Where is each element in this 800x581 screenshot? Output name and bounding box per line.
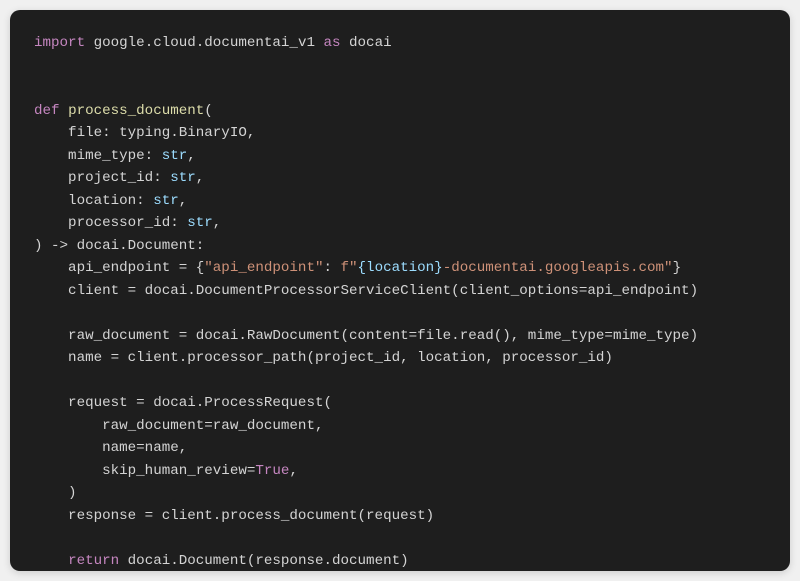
code-snippet-block: import google.cloud.documentai_v1 as doc… [10,10,790,571]
code-token: True [255,463,289,479]
code-token: , [187,148,196,164]
code-token: raw_document = docai.RawDocument(content… [34,328,698,344]
code-content: import google.cloud.documentai_v1 as doc… [34,32,766,571]
code-token [60,103,69,119]
code-token: project_id: [34,170,170,186]
code-token: import [34,35,85,51]
code-token: } [673,260,682,276]
code-token: str [162,148,188,164]
code-token: processor_id: [34,215,187,231]
code-token: : [323,260,340,276]
code-token: "api_endpoint" [204,260,323,276]
code-token: ) [34,485,77,501]
code-token: -documentai.googleapis.com" [443,260,673,276]
code-token: as [323,35,340,51]
code-token: , [289,463,298,479]
code-token: ( [204,103,213,119]
code-token: client = docai.DocumentProcessorServiceC… [34,283,698,299]
code-token: raw_document=raw_document, [34,418,323,434]
code-token: , [196,170,205,186]
code-token: docai [341,35,392,51]
code-token: request = docai.ProcessRequest( [34,395,332,411]
code-token: , [179,193,188,209]
code-token: file: typing.BinaryIO, [34,125,255,141]
code-token: mime_type: [34,148,162,164]
code-token: , [213,215,222,231]
code-token: f" [341,260,358,276]
code-token: def [34,103,60,119]
code-token: {location} [358,260,443,276]
code-token: skip_human_review= [34,463,255,479]
code-token: str [170,170,196,186]
code-token: api_endpoint = { [34,260,204,276]
code-token: ) -> docai.Document: [34,238,204,254]
code-text: import google.cloud.documentai_v1 as doc… [34,35,698,569]
code-token: name = client.processor_path(project_id,… [34,350,613,366]
code-token: name=name, [34,440,187,456]
code-token: process_document [68,103,204,119]
code-token: google.cloud.documentai_v1 [85,35,323,51]
code-token: str [187,215,213,231]
code-token: str [153,193,179,209]
code-token: location: [34,193,153,209]
code-token: response = client.process_document(reque… [34,508,434,524]
